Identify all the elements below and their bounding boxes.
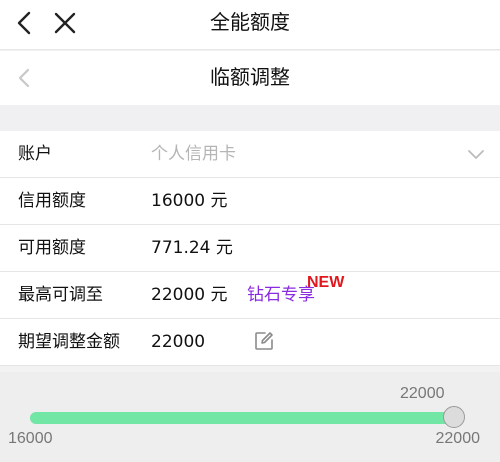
- amount-slider: 22000 16000 22000: [0, 372, 500, 462]
- diamond-exclusive-badge: 钻石专享: [247, 285, 315, 305]
- available-row: 可用额度 771.24 元: [0, 225, 500, 272]
- expected-row: 期望调整金额 22000: [0, 319, 500, 366]
- available-value: 771.24 元: [151, 238, 233, 258]
- section-title: 临额调整: [210, 65, 290, 89]
- sub-nav-bar: 临额调整: [0, 51, 500, 105]
- section-gap: [0, 105, 500, 131]
- expected-amount-input[interactable]: 22000: [151, 319, 205, 365]
- page-title: 全能额度: [210, 10, 290, 34]
- max-adjust-row: 最高可调至 22000 元 钻石专享 NEW: [0, 272, 500, 319]
- account-select[interactable]: 个人信用卡: [151, 131, 236, 177]
- slider-min-label: 16000: [8, 430, 53, 447]
- account-label: 账户: [18, 144, 52, 164]
- slider-max-label: 22000: [435, 430, 481, 447]
- slider-fill: [30, 412, 458, 424]
- slider-handle[interactable]: [443, 406, 465, 428]
- max-adjust-value: 22000 元: [151, 285, 228, 305]
- adjust-form: 账户 个人信用卡 信用额度 16000 元 可用额度 771.24 元 最高可调…: [0, 131, 500, 366]
- edit-icon[interactable]: [254, 331, 274, 351]
- slider-current-value: 22000: [400, 385, 445, 402]
- expected-label: 期望调整金额: [18, 332, 120, 352]
- top-nav-bar: 全能额度: [0, 0, 500, 50]
- available-label: 可用额度: [18, 238, 86, 258]
- slider-track[interactable]: [30, 412, 458, 424]
- new-badge: NEW: [307, 274, 345, 291]
- credit-limit-value: 16000 元: [151, 191, 228, 211]
- account-row[interactable]: 账户 个人信用卡: [0, 131, 500, 178]
- credit-limit-label: 信用额度: [18, 191, 86, 211]
- max-adjust-label: 最高可调至: [18, 285, 103, 305]
- credit-limit-row: 信用额度 16000 元: [0, 178, 500, 225]
- chevron-down-icon[interactable]: [466, 147, 486, 161]
